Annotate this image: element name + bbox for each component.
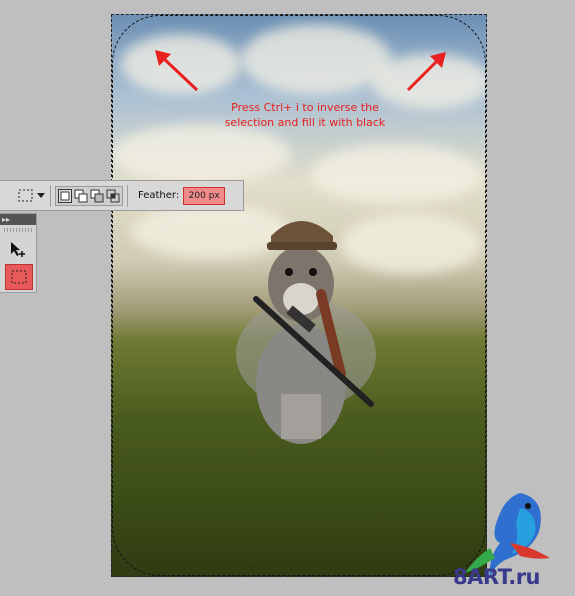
add-to-selection-icon[interactable] (74, 189, 88, 203)
rectangular-marquee-icon (18, 189, 33, 201)
rectangular-marquee-tool-button[interactable] (5, 264, 33, 290)
rectangular-marquee-tool-icon (11, 270, 27, 284)
chevron-down-icon (37, 192, 45, 198)
tools-panel: ▸▸ (0, 213, 37, 293)
feathered-selection-marquee (112, 15, 486, 576)
tool-preset-picker[interactable] (16, 186, 36, 206)
move-tool-icon (11, 242, 25, 257)
document-canvas[interactable]: Press Ctrl+ i to inverse the selection a… (111, 14, 487, 577)
feather-label: Feather: (138, 190, 180, 201)
options-bar: Feather: 200 px (0, 180, 244, 211)
subtract-from-selection-icon[interactable] (90, 189, 104, 203)
intersect-selection-icon[interactable] (106, 189, 120, 203)
separator (50, 184, 51, 207)
panel-collapse-button[interactable]: ▸▸ (0, 214, 36, 225)
separator (127, 184, 128, 207)
feather-input[interactable]: 200 px (183, 186, 226, 205)
selection-mode-group (55, 185, 123, 206)
panel-grip[interactable] (4, 228, 32, 232)
move-tool-button[interactable] (5, 238, 31, 262)
watermark-text: 8ART.ru (453, 565, 541, 589)
new-selection-icon[interactable] (58, 188, 72, 203)
preset-dropdown-button[interactable] (36, 186, 46, 206)
